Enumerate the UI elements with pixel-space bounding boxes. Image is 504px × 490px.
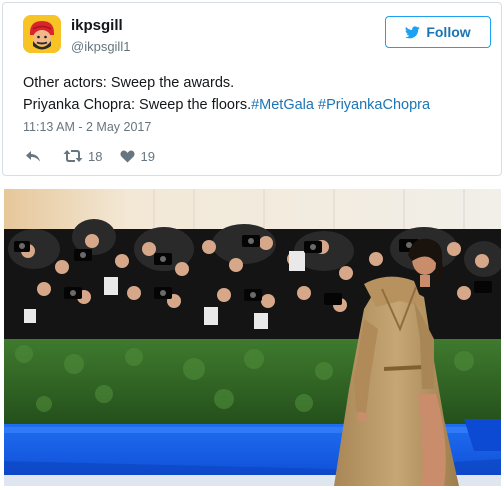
tweet-actions: 18 19	[25, 145, 155, 167]
tweet-text-line2-prefix: Priyanka Chopra: Sweep the floors.	[23, 97, 252, 113]
follow-button[interactable]: Follow	[385, 16, 491, 48]
display-name[interactable]: ikpsgill	[71, 17, 123, 34]
hashtag-metgala[interactable]: #MetGala	[251, 97, 314, 113]
heart-icon	[120, 149, 136, 162]
tweet-text: Other actors: Sweep the awards. Priyanka…	[23, 72, 493, 116]
twitter-bird-icon	[405, 25, 421, 38]
follow-label: Follow	[426, 24, 471, 40]
like-button[interactable]: 19	[120, 148, 155, 164]
reply-icon	[26, 150, 40, 161]
met-gala-photo	[4, 189, 501, 486]
user-handle[interactable]: @ikpsgill1	[71, 39, 130, 54]
tweet-text-line2: Priyanka Chopra: Sweep the floors.#MetGa…	[23, 94, 493, 116]
retweet-count: 18	[88, 148, 103, 164]
avatar[interactable]	[23, 15, 61, 53]
hashtag-priyankachopra[interactable]: #PriyankaChopra	[318, 97, 430, 113]
tweet-card: ikpsgill @ikpsgill1 Follow Other actors:…	[2, 2, 502, 176]
tweet-photo[interactable]	[4, 189, 501, 486]
tweet-text-line1: Other actors: Sweep the awards.	[23, 75, 235, 91]
turban-avatar-icon	[23, 15, 61, 53]
like-count: 19	[140, 148, 155, 164]
timestamp[interactable]: 11:13 AM - 2 May 2017	[23, 120, 151, 134]
retweet-button[interactable]: 18	[63, 149, 102, 164]
reply-button[interactable]	[25, 150, 41, 163]
retweet-icon	[63, 150, 83, 162]
